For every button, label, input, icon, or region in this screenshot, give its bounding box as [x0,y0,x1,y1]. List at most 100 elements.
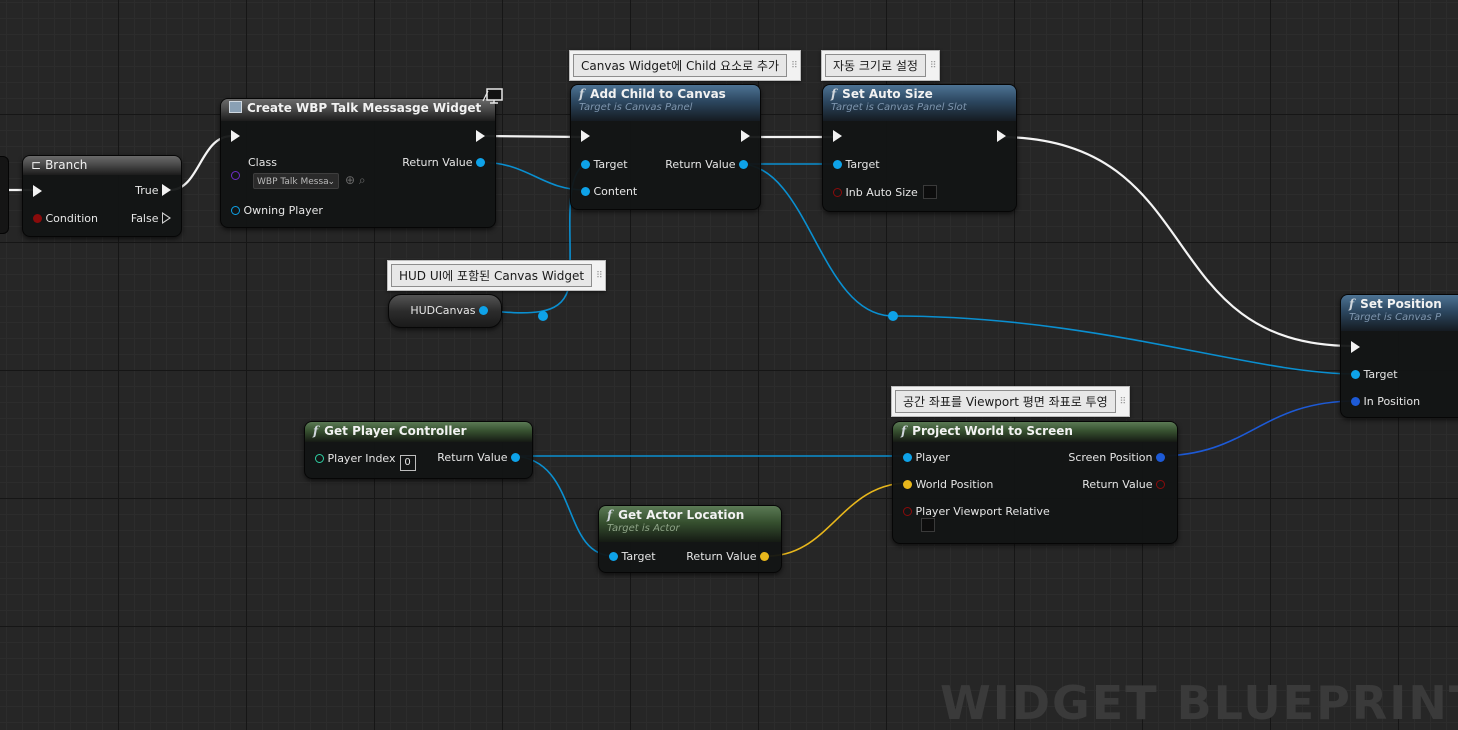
hud-canvas-variable-node[interactable]: HUDCanvas [388,294,502,328]
target-pin[interactable]: Target [1351,368,1398,381]
create-widget-node[interactable]: Create WBP Talk Messasge Widget Class WB… [220,98,496,228]
reroute-knot [538,311,548,321]
return-value-pin[interactable]: Return Value [686,550,769,563]
comment-bubble-hud-canvas[interactable]: HUD UI에 포함된 Canvas Widget ⠿ [387,260,607,291]
owning-player-pin[interactable]: Owning Player [231,204,323,217]
exec-in-pin[interactable] [833,130,842,143]
exec-wire-create-to-addchild [483,134,585,139]
comment-pin-icon[interactable]: ⠿ [1120,397,1127,407]
monitor-icon [482,87,504,105]
class-pin[interactable]: Class [231,156,277,169]
get-player-controller-title: Get Player Controller [324,424,467,438]
return-value-label: Return Value [1082,478,1153,491]
target-label: Target [1363,368,1398,381]
vector-wire-location-to-world [761,482,909,557]
exec-out-pin[interactable] [476,130,485,143]
function-icon: f [313,424,319,438]
set-auto-size-title: Set Auto Size [842,87,933,101]
exec-in-pin[interactable] [581,130,590,143]
viewport-relative-checkbox[interactable] [921,518,935,532]
return-value-label: Return Value [437,451,508,464]
class-select-value: WBP Talk Messa [257,177,329,187]
set-auto-size-header[interactable]: f Set Auto Size Target is Canvas Panel Sl… [823,85,1016,121]
set-position-header[interactable]: f Set Position Target is Canvas P [1341,295,1458,331]
set-auto-size-subtitle: Target is Canvas Panel Slot [831,102,967,113]
get-actor-location-node[interactable]: f Get Actor Location Target is Actor Targ… [598,505,782,573]
inb-auto-size-pin[interactable]: Inb Auto Size [833,185,937,199]
add-child-to-canvas-node[interactable]: f Add Child to Canvas Target is Canvas Pa… [570,84,761,210]
branch-node-header[interactable]: ⊏ Branch [23,156,181,175]
owning-player-label: Owning Player [243,204,323,217]
get-player-controller-node[interactable]: f Get Player Controller Player Index 0 Ret… [304,421,533,479]
hud-canvas-label: HUDCanvas [410,304,476,317]
false-pin[interactable]: False [131,212,171,225]
comment-bubble-add-child[interactable]: Canvas Widget에 Child 요소로 추가 ⠿ [569,50,802,81]
chevron-down-icon: ⌄ [327,177,335,187]
class-select-dropdown[interactable]: WBP Talk Messa ⌄ [253,173,339,189]
return-value-pin[interactable]: Return Value [437,451,520,464]
player-pin[interactable]: Player [903,451,950,464]
get-player-controller-header[interactable]: f Get Player Controller [305,422,532,442]
in-position-label: In Position [1363,395,1421,408]
offscreen-node-stub [0,156,9,234]
inb-auto-size-label: Inb Auto Size [845,186,918,199]
set-auto-size-node[interactable]: f Set Auto Size Target is Canvas Panel Sl… [822,84,1017,212]
project-world-header[interactable]: f Project World to Screen [893,422,1177,442]
comment-pin-icon[interactable]: ⠿ [791,61,798,71]
add-child-subtitle: Target is Canvas Panel [579,102,693,113]
screen-position-label: Screen Position [1068,451,1153,464]
function-icon: f [1349,297,1355,311]
target-pin[interactable]: Target [833,158,880,171]
world-position-label: World Position [915,478,994,491]
set-position-title: Set Position [1360,297,1442,311]
comment-bubble-project[interactable]: 공간 좌표를 Viewport 평면 좌표로 투영 ⠿ [891,386,1130,417]
set-position-node[interactable]: f Set Position Target is Canvas P Target … [1340,294,1458,418]
exec-in-pin[interactable] [1351,341,1360,354]
hud-canvas-pin[interactable]: HUDCanvas [410,304,488,317]
set-position-subtitle: Target is Canvas P [1349,312,1441,323]
target-pin[interactable]: Target [609,550,656,563]
condition-label: Condition [45,212,99,225]
target-pin[interactable]: Target [581,158,628,171]
viewport-relative-pin[interactable]: Player Viewport Relative [903,505,1050,518]
screen-position-pin[interactable]: Screen Position [1068,451,1165,464]
return-value-label: Return Value [686,550,757,563]
branch-title: Branch [45,158,88,172]
return-value-label: Return Value [402,156,473,169]
player-index-pin[interactable]: Player Index 0 [315,452,416,471]
browse-icon[interactable]: ⊕ ⌕ [345,173,366,188]
add-child-title: Add Child to Canvas [590,87,726,101]
class-label: Class [248,156,277,169]
comment-bubble-auto-size[interactable]: 자동 크기로 설정 ⠿ [821,50,940,81]
branch-node[interactable]: ⊏ Branch True Condition False [22,155,182,237]
return-value-pin[interactable]: Return Value [402,156,485,169]
comment-pin-icon[interactable]: ⠿ [930,61,937,71]
condition-pin[interactable]: Condition [33,212,98,225]
in-position-pin[interactable]: In Position [1351,395,1420,408]
widget-blueprint-watermark: WIDGET BLUEPRINT [940,676,1458,730]
world-position-pin[interactable]: World Position [903,478,993,491]
function-icon: f [579,87,585,101]
class-pin-dot[interactable] [231,169,240,182]
true-label: True [135,184,159,197]
get-actor-location-header[interactable]: f Get Actor Location Target is Actor [599,506,781,542]
function-icon: f [607,508,613,522]
exec-in-pin[interactable] [231,130,240,143]
return-value-pin[interactable]: Return Value [1082,478,1165,491]
add-child-header[interactable]: f Add Child to Canvas Target is Canvas Pa… [571,85,760,121]
exec-in-pin[interactable] [33,185,42,198]
branch-icon: ⊏ [31,158,42,172]
target-label: Target [621,550,656,563]
true-pin[interactable]: True [135,184,171,197]
project-world-to-screen-node[interactable]: f Project World to Screen Player Screen P… [892,421,1178,544]
player-index-input[interactable]: 0 [399,455,416,471]
exec-out-pin[interactable] [741,130,750,143]
create-widget-header[interactable]: Create WBP Talk Messasge Widget [221,99,495,121]
exec-out-pin[interactable] [997,130,1006,143]
content-pin[interactable]: Content [581,185,637,198]
widget-icon [229,101,242,113]
comment-pin-icon[interactable]: ⠿ [596,271,603,281]
function-icon: f [831,87,837,101]
inb-auto-size-checkbox[interactable] [922,185,937,199]
return-value-pin[interactable]: Return Value [665,158,748,171]
